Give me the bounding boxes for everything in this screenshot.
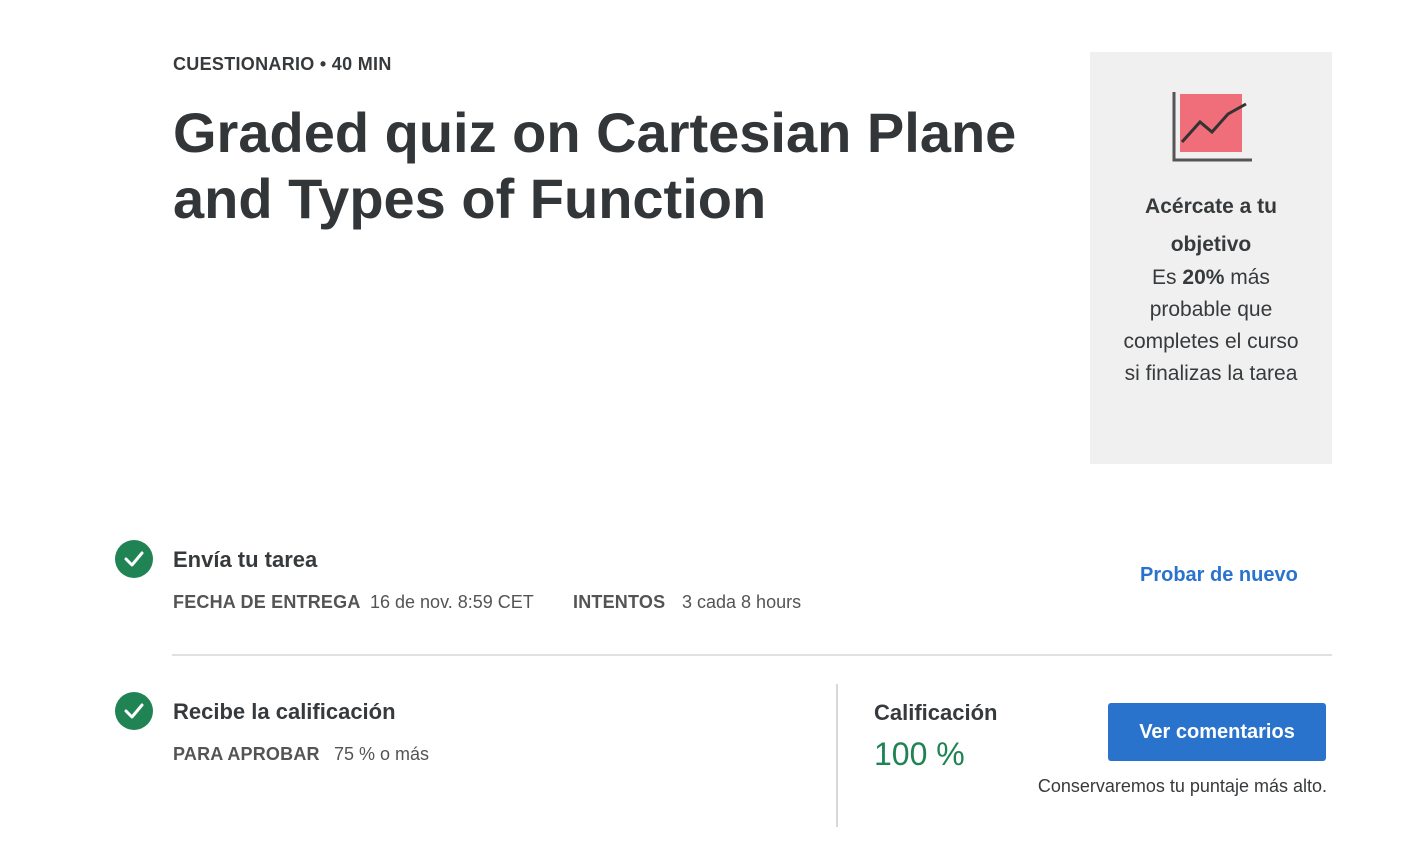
trend-chart-icon [1172,92,1252,162]
grade-step-title: Recibe la calificación [173,699,396,724]
pass-label: PARA APROBAR [173,744,320,764]
goal-card: Acércate a tu objetivo Es 20% más probab… [1090,52,1332,464]
attempts-label: INTENTOS [573,592,666,612]
section-divider [172,654,1332,656]
pass-value: 75 % o más [334,744,430,764]
grade-value: 100 % [874,736,965,772]
grade-divider [836,684,838,827]
check-circle-icon [115,540,153,578]
keep-highest-score-note: Conservaremos tu puntaje más alto. [1037,776,1327,796]
goal-body: Es 20% más probable que completes el cur… [1114,262,1308,390]
assignment-meta: CUESTIONARIO • 40 MIN [173,54,392,74]
retry-link[interactable]: Probar de nuevo [1140,564,1298,587]
page-title: Graded quiz on Cartesian Plane and Types… [173,101,1017,230]
due-date-value: 16 de nov. 8:59 CET [370,592,534,612]
goal-body-emphasis: 20% [1182,266,1225,289]
goal-heading: Acércate a tu objetivo [1145,195,1277,256]
attempts-value: 3 cada 8 hours [682,592,802,612]
due-date-label: FECHA DE ENTREGA [173,592,361,612]
view-feedback-button[interactable]: Ver comentarios [1108,703,1326,761]
grade-label: Calificación [874,700,998,725]
goal-body-prefix: Es [1152,266,1183,289]
check-circle-icon [115,692,153,730]
submit-step-title: Envía tu tarea [173,547,318,572]
